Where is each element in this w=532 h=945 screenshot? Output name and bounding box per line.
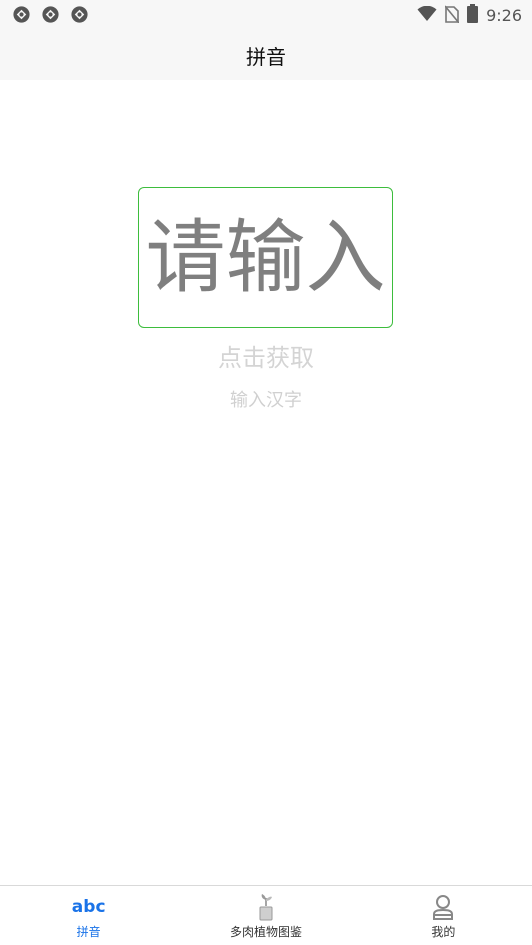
status-bar: 9:26: [0, 0, 532, 30]
system-status: 9:26: [417, 4, 522, 27]
nav-item-pinyin[interactable]: abc 拼音: [0, 886, 177, 945]
user-icon: [431, 892, 455, 922]
bottom-nav: abc 拼音 多肉植物图鉴 我的: [0, 885, 532, 945]
hanzi-input-box[interactable]: 请输入: [138, 187, 393, 328]
battery-icon: [467, 4, 479, 27]
main-content: 请输入 点击获取 输入汉字: [0, 80, 532, 885]
no-sim-icon: [444, 4, 460, 27]
status-time: 9:26: [486, 6, 522, 25]
nav-item-succulent-guide[interactable]: 多肉植物图鉴: [177, 886, 354, 945]
page-title: 拼音: [246, 44, 286, 69]
app-notification-icon: [41, 5, 60, 28]
nav-item-me[interactable]: 我的: [355, 886, 532, 945]
nav-label-succulent-guide: 多肉植物图鉴: [229, 925, 302, 939]
nav-label-me: 我的: [431, 925, 456, 939]
app-notification-icon: [70, 5, 89, 28]
nav-label-pinyin: 拼音: [76, 925, 101, 939]
plant-pot-icon: [256, 892, 276, 922]
wifi-icon: [417, 5, 437, 26]
notification-icons: [12, 5, 89, 28]
title-bar: 拼音: [0, 30, 532, 80]
abc-icon: abc: [71, 897, 106, 917]
input-hint-text: 输入汉字: [230, 390, 302, 411]
app-notification-icon: [12, 5, 31, 28]
get-pinyin-button[interactable]: 点击获取: [0, 338, 532, 373]
input-placeholder-text: 请输入: [145, 210, 386, 304]
